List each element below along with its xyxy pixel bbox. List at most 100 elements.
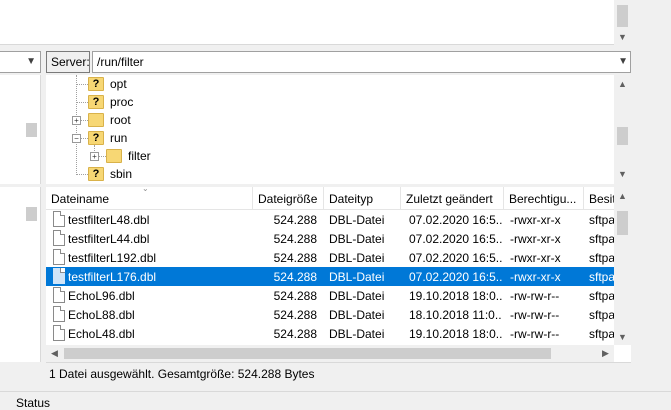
cell-size: 524.288: [273, 213, 317, 227]
collapse-icon[interactable]: −: [72, 134, 81, 143]
tree-node-label: opt: [110, 77, 127, 91]
file-icon: [53, 306, 65, 322]
folder-icon: [88, 113, 104, 127]
tree-scroll-thumb[interactable]: [617, 127, 628, 145]
unknown-folder-icon: [88, 167, 104, 181]
tree-node-label: proc: [110, 95, 134, 109]
remote-file-list[interactable]: Dateiname Dateigröße Dateityp Zuletzt ge…: [46, 187, 631, 362]
cell-modified: 07.02.2020 16:5...: [409, 270, 502, 284]
cell-perms: -rwxr-xr-x: [510, 232, 561, 246]
cell-size: 524.288: [273, 327, 317, 341]
tree-node-opt[interactable]: opt: [88, 75, 127, 93]
tree-node-run[interactable]: run: [88, 129, 127, 147]
folder-icon: [106, 149, 122, 163]
scroll-right-icon[interactable]: ▶: [597, 345, 614, 362]
cell-owner: sftpa: [589, 327, 614, 341]
cell-size: 524.288: [273, 289, 317, 303]
tree-node-filter[interactable]: filter: [106, 147, 151, 165]
cell-type: DBL-Datei: [329, 213, 385, 227]
tree-node-label: filter: [128, 149, 151, 163]
server-path-input[interactable]: /run/filter ▼: [92, 51, 631, 73]
cell-size: 524.288: [273, 251, 317, 265]
scroll-down-icon[interactable]: ▼: [614, 28, 631, 45]
scroll-down-icon[interactable]: ▼: [614, 328, 631, 345]
table-row[interactable]: EchoL88.dbl 524.288 DBL-Datei 18.10.2018 11…: [46, 305, 614, 324]
cell-type: DBL-Datei: [329, 251, 385, 265]
remote-directory-tree[interactable]: opt proc + root − run + filter sbin: [46, 75, 631, 184]
scroll-left-icon[interactable]: ◀: [46, 345, 63, 362]
status-tab[interactable]: Status: [0, 391, 671, 410]
cell-perms: -rwxr-xr-x: [510, 270, 561, 284]
scroll-up-icon[interactable]: ▲: [614, 75, 631, 92]
scroll-down-icon[interactable]: ▼: [614, 165, 631, 182]
cell-perms: -rw-rw-r--: [510, 289, 560, 303]
cell-size: 524.288: [273, 308, 317, 322]
scroll-up-icon[interactable]: ▲: [614, 187, 631, 204]
chevron-down-icon[interactable]: ▼: [26, 56, 36, 67]
cell-type: DBL-Datei: [329, 270, 385, 284]
cell-perms: -rw-rw-r--: [510, 327, 560, 341]
table-row[interactable]: testfilterL192.dbl 524.288 DBL-Datei 07.02.…: [46, 248, 614, 267]
expand-icon[interactable]: +: [72, 116, 81, 125]
table-row[interactable]: EchoL48.dbl 524.288 DBL-Datei 19.10.2018 18…: [46, 324, 614, 343]
message-log-pane: [0, 0, 631, 45]
list-hscrollbar[interactable]: ◀ ▶: [46, 345, 614, 362]
sort-indicator-icon: ⌄: [142, 187, 149, 193]
local-file-list[interactable]: [0, 187, 41, 362]
cell-modified: 07.02.2020 16:5...: [409, 213, 502, 227]
tree-node-label: run: [110, 131, 128, 145]
table-row[interactable]: testfilterL176.dbl 524.288 DBL-Datei 07.02.…: [46, 267, 614, 286]
column-header-size[interactable]: Dateigröße: [253, 187, 324, 210]
table-row[interactable]: testfilterL48.dbl 524.288 DBL-Datei 07.02.2…: [46, 210, 614, 229]
cell-perms: -rw-rw-r--: [510, 308, 560, 322]
unknown-folder-icon: [88, 95, 104, 109]
cell-owner: sftpa: [589, 232, 614, 246]
cell-owner: sftpa: [589, 289, 614, 303]
cell-owner: sftpa: [589, 270, 614, 284]
cell-name: testfilterL176.dbl: [68, 270, 157, 284]
list-scrollbar[interactable]: ▲ ▼: [614, 187, 631, 345]
tree-node-root[interactable]: root: [88, 111, 131, 129]
file-icon: [53, 268, 65, 284]
file-icon: [53, 287, 65, 303]
cell-name: testfilterL44.dbl: [68, 232, 150, 246]
cell-type: DBL-Datei: [329, 327, 385, 341]
file-icon: [53, 230, 65, 246]
column-header-type[interactable]: Dateityp: [324, 187, 401, 210]
file-icon: [53, 249, 65, 265]
local-tree-pane[interactable]: [0, 75, 41, 184]
tree-node-proc[interactable]: proc: [88, 93, 133, 111]
tree-scrollbar[interactable]: ▲ ▼: [614, 75, 631, 184]
list-hscroll-thumb[interactable]: [64, 348, 551, 359]
column-header-modified[interactable]: Zuletzt geändert: [401, 187, 504, 210]
cell-perms: -rwxr-xr-x: [510, 251, 561, 265]
column-header-permissions[interactable]: Berechtigu...: [504, 187, 584, 210]
cell-type: DBL-Datei: [329, 232, 385, 246]
cell-owner: sftpa: [589, 251, 614, 265]
list-scroll-thumb[interactable]: [617, 211, 628, 235]
cell-modified: 07.02.2020 16:5...: [409, 251, 502, 265]
local-tree-scroll-thumb[interactable]: [26, 123, 37, 137]
cell-size: 524.288: [273, 232, 317, 246]
cell-modified: 19.10.2018 18:0...: [409, 289, 502, 303]
cell-name: testfilterL48.dbl: [68, 213, 150, 227]
local-list-scroll-thumb[interactable]: [26, 207, 37, 221]
right-gutter: [631, 0, 671, 391]
server-path-bar: Server: /run/filter ▼: [46, 51, 631, 73]
cell-owner: sftpa: [589, 308, 614, 322]
table-row[interactable]: EchoL96.dbl 524.288 DBL-Datei 19.10.2018 18…: [46, 286, 614, 305]
expand-icon[interactable]: +: [90, 152, 99, 161]
local-path-combo[interactable]: ▼: [0, 51, 41, 73]
tree-node-sbin[interactable]: sbin: [88, 165, 132, 183]
server-label: Server:: [46, 51, 90, 73]
column-header-filename[interactable]: Dateiname: [46, 187, 253, 210]
column-header-owner[interactable]: Besit: [584, 187, 614, 210]
cell-modified: 18.10.2018 11:0...: [409, 308, 502, 322]
tree-node-label: root: [110, 113, 131, 127]
cell-modified: 19.10.2018 18:0...: [409, 327, 502, 341]
log-scroll-thumb[interactable]: [617, 5, 628, 27]
file-icon: [53, 211, 65, 227]
chevron-down-icon[interactable]: ▼: [618, 56, 628, 67]
log-scrollbar[interactable]: ▼: [614, 0, 631, 45]
table-row[interactable]: testfilterL44.dbl 524.288 DBL-Datei 07.02.2…: [46, 229, 614, 248]
